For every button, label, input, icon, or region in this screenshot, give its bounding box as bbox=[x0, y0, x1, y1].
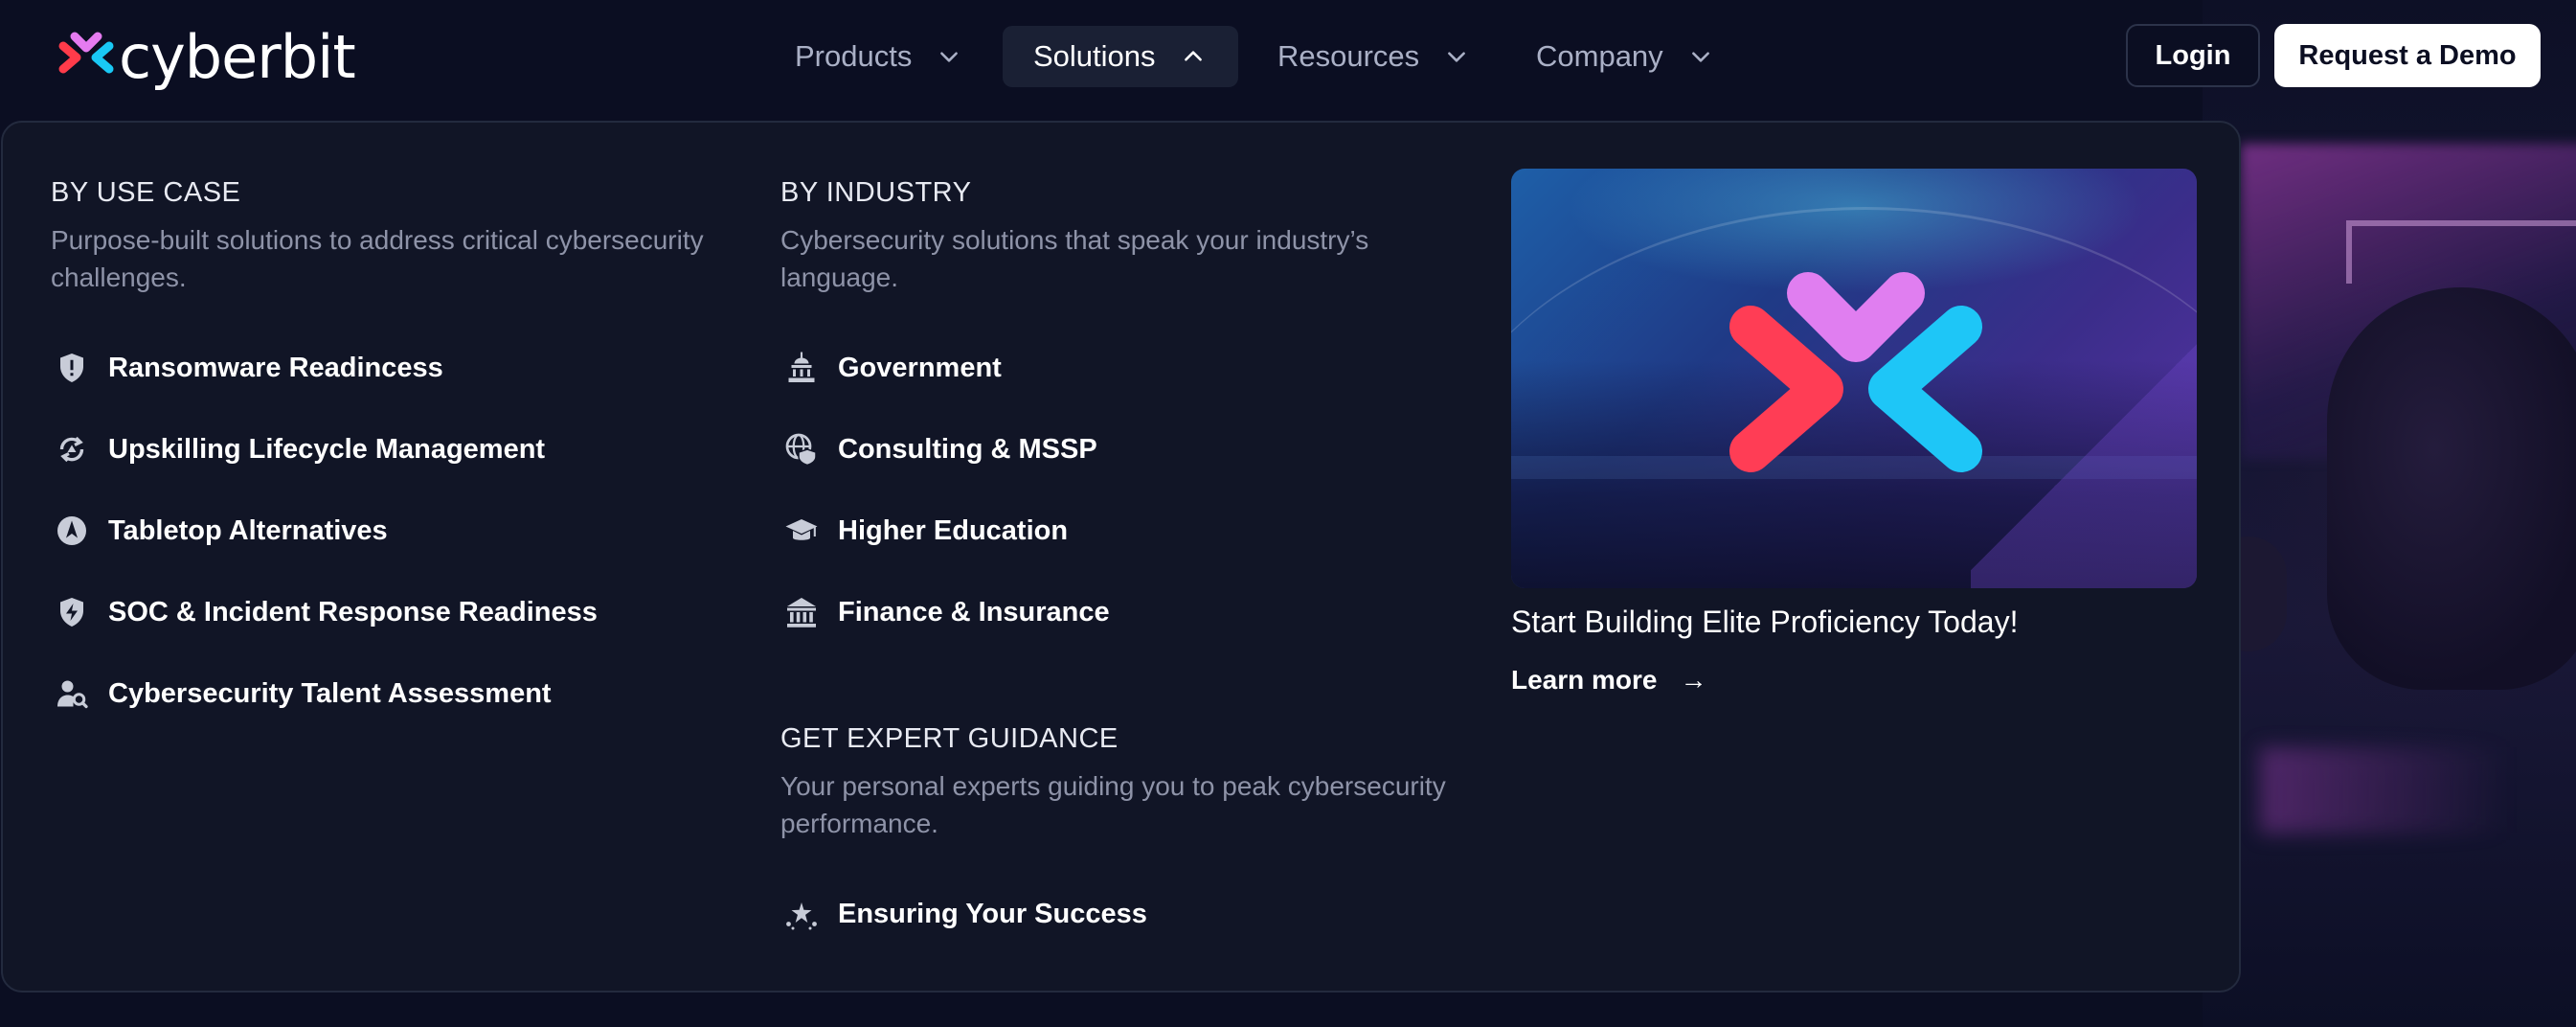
shield-bolt-icon bbox=[53, 593, 91, 631]
chevron-down-icon bbox=[940, 52, 959, 62]
login-button[interactable]: Login bbox=[2126, 24, 2260, 87]
menu-item-upskilling[interactable]: Upskilling Lifecycle Management bbox=[53, 428, 545, 470]
menu-item-label: Tabletop Alternatives bbox=[108, 514, 388, 546]
nav-solutions[interactable]: Solutions bbox=[1003, 26, 1238, 87]
shield-alert-icon bbox=[53, 349, 91, 387]
chevron-down-icon bbox=[1448, 52, 1466, 62]
cyberbit-mark-icon bbox=[1729, 272, 1982, 472]
nav-resources[interactable]: Resources bbox=[1247, 26, 1496, 87]
site-header: cyberbit Products Solutions Resources Co… bbox=[0, 0, 2576, 113]
use-case-description: Purpose-built solutions to address criti… bbox=[51, 225, 704, 292]
nav-solutions-label: Solutions bbox=[1033, 39, 1156, 73]
menu-item-ransomware[interactable]: Ransomware Readincess bbox=[53, 347, 443, 389]
capitol-icon bbox=[782, 349, 821, 387]
menu-item-government[interactable]: Government bbox=[782, 347, 1002, 389]
nav-resources-label: Resources bbox=[1277, 39, 1420, 73]
menu-item-soc[interactable]: SOC & Incident Response Readiness bbox=[53, 591, 598, 633]
promo-title: Start Building Elite Proficiency Today! bbox=[1511, 605, 2019, 639]
menu-item-label: SOC & Incident Response Readiness bbox=[108, 596, 598, 628]
compass-icon bbox=[53, 512, 91, 550]
menu-item-label: Finance & Insurance bbox=[838, 596, 1110, 628]
solutions-dropdown: BY USE CASE Purpose-built solutions to a… bbox=[1, 121, 2241, 993]
globe-shield-icon bbox=[782, 430, 821, 468]
industry-title: BY INDUSTRY bbox=[780, 177, 972, 208]
menu-item-label: Cybersecurity Talent Assessment bbox=[108, 677, 552, 709]
menu-item-label: Consulting & MSSP bbox=[838, 433, 1097, 465]
industry-description: Cybersecurity solutions that speak your … bbox=[780, 225, 1369, 292]
menu-item-consulting[interactable]: Consulting & MSSP bbox=[782, 428, 1097, 470]
guidance-title: GET EXPERT GUIDANCE bbox=[780, 723, 1119, 754]
learn-more-link[interactable]: Learn more → bbox=[1511, 665, 1707, 696]
chevron-down-icon bbox=[1691, 52, 1709, 62]
graduation-cap-icon bbox=[782, 512, 821, 550]
menu-item-tabletop[interactable]: Tabletop Alternatives bbox=[53, 510, 388, 552]
nav-products[interactable]: Products bbox=[764, 26, 984, 87]
use-case-title: BY USE CASE bbox=[51, 177, 241, 208]
brand-name: cyberbit bbox=[119, 22, 356, 92]
cyberbit-mark-icon bbox=[58, 32, 114, 74]
nav-company[interactable]: Company bbox=[1505, 26, 1745, 87]
menu-item-label: Ransomware Readincess bbox=[108, 352, 443, 383]
menu-item-label: Upskilling Lifecycle Management bbox=[108, 433, 546, 465]
arrow-right-icon: → bbox=[1680, 665, 1707, 695]
menu-item-label: Higher Education bbox=[838, 514, 1069, 546]
learn-more-label: Learn more bbox=[1511, 665, 1658, 695]
guidance-description: Your personal experts guiding you to pea… bbox=[780, 771, 1446, 838]
menu-item-finance[interactable]: Finance & Insurance bbox=[782, 591, 1110, 633]
brand-logo[interactable]: cyberbit bbox=[56, 22, 356, 92]
bank-icon bbox=[782, 593, 821, 631]
sparkle-stars-icon bbox=[782, 895, 821, 933]
cycle-arrows-icon bbox=[53, 430, 91, 468]
menu-item-label: Ensuring Your Success bbox=[838, 898, 1147, 929]
nav-products-label: Products bbox=[795, 39, 913, 73]
promo-image[interactable] bbox=[1511, 169, 2197, 588]
background-photo bbox=[2203, 0, 2576, 1027]
menu-item-higher-education[interactable]: Higher Education bbox=[782, 510, 1068, 552]
menu-item-ensuring-success[interactable]: Ensuring Your Success bbox=[782, 893, 1147, 935]
request-demo-button[interactable]: Request a Demo bbox=[2274, 24, 2541, 87]
nav-company-label: Company bbox=[1536, 39, 1663, 73]
user-search-icon bbox=[53, 674, 91, 713]
chevron-up-icon bbox=[1184, 51, 1202, 61]
menu-item-talent[interactable]: Cybersecurity Talent Assessment bbox=[53, 673, 552, 715]
menu-item-label: Government bbox=[838, 352, 1002, 383]
